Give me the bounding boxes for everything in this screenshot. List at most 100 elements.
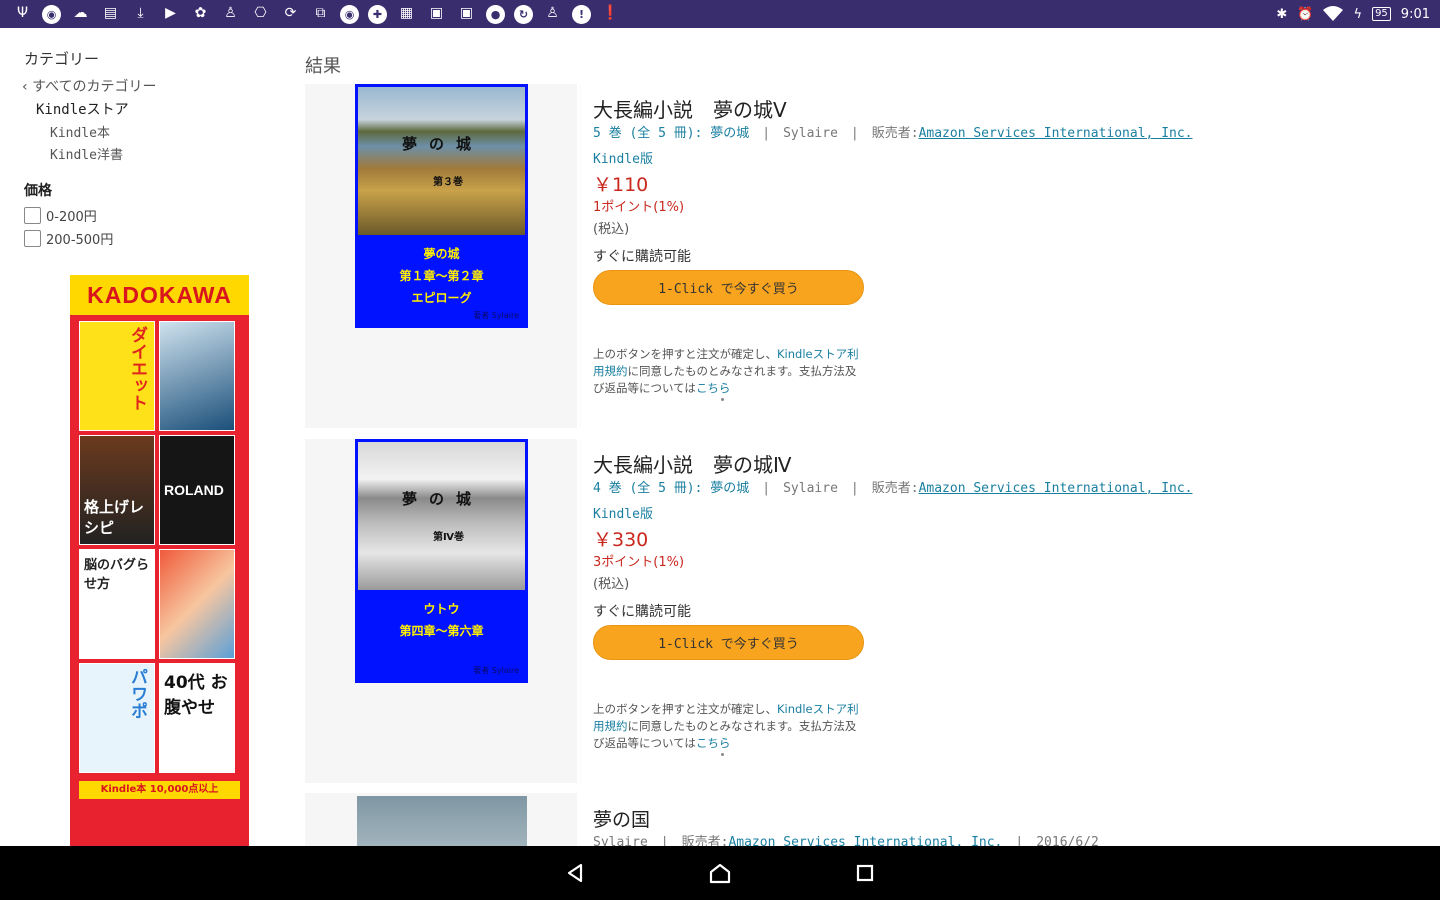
product-meta: Sylaire | 販売者:Amazon Services Internatio… xyxy=(593,831,1099,846)
price: ￥110 xyxy=(593,174,649,196)
kadokawa-ad-banner[interactable]: KADOKAWA ダイエット 格上げレシピ ROLAND 脳のバグらせ方 パワポ… xyxy=(70,275,249,846)
cover-line: 第四章〜第六章 xyxy=(399,624,484,638)
ad-book: パワポ xyxy=(79,663,155,773)
ad-book: 脳のバグらせ方 xyxy=(79,549,155,659)
cover-line: 第１章〜第２章 xyxy=(399,269,484,283)
divider-dot xyxy=(721,398,724,401)
home-button[interactable] xyxy=(700,853,740,893)
app-icon: ✚ xyxy=(368,4,387,24)
dot-icon: ● xyxy=(486,4,505,24)
ad-book: ROLAND xyxy=(159,435,235,545)
system-icons: ✱ ⏰ ϟ 95 9:01 xyxy=(1276,6,1440,22)
android-icon: ♙ xyxy=(224,4,237,21)
here-link[interactable]: こちら xyxy=(696,736,731,750)
series-link[interactable]: 5 巻 (全 5 冊): 夢の城 xyxy=(593,126,749,141)
chevron-left-icon: ‹ xyxy=(22,79,33,95)
cover-line: 夢の城 xyxy=(423,247,460,261)
price-filter-label: 200-500円 xyxy=(46,233,114,248)
cover-title: 夢の城 xyxy=(402,490,484,508)
sync-icon: ↻ xyxy=(514,4,533,24)
ad-book xyxy=(159,549,235,659)
chrome-icon: ◉ xyxy=(340,4,359,24)
category-kindle-store[interactable]: Kindleストア xyxy=(36,99,129,119)
ad-book: 40代 お腹やせ xyxy=(159,663,235,773)
keyboard-icon: ▦ xyxy=(399,4,414,21)
price-filter-0-200[interactable]: 0-200円 xyxy=(24,206,97,225)
note-text: 上のボタンを押すと注文が確定し、 xyxy=(593,702,777,716)
category-kindle-books[interactable]: Kindle本 xyxy=(50,122,110,141)
ad-book: 格上げレシピ xyxy=(79,435,155,545)
cover-subtitle: 第３巻 xyxy=(433,177,463,188)
bluetooth-icon: ✱ xyxy=(1276,6,1288,22)
cover-author: 著者 Sylaire xyxy=(473,311,519,320)
one-click-buy-button[interactable]: 1-Click で今すぐ買う xyxy=(593,270,864,305)
price-filter-200-500[interactable]: 200-500円 xyxy=(24,229,113,248)
book-cover[interactable]: 夢の城 第Ⅳ巻 ウトウ 第四章〜第六章 著者 Sylaire xyxy=(355,439,528,683)
android-icon: ♙ xyxy=(546,4,559,21)
price-filter-label: 0-200円 xyxy=(46,210,97,225)
download-icon: ⤓ xyxy=(137,4,144,21)
results-heading: 結果 xyxy=(305,56,341,77)
format-link[interactable]: Kindle版 xyxy=(593,148,653,167)
battery-icon: 95 xyxy=(1372,7,1391,21)
product-title[interactable]: 夢の国 xyxy=(593,805,650,832)
note-text: 上のボタンを押すと注文が確定し、 xyxy=(593,347,777,361)
back-button[interactable] xyxy=(555,853,595,893)
product-title[interactable]: 大長編小説 夢の城Ⅴ xyxy=(593,94,787,123)
status-bar: Ψ ◉ ☁ ▤ ⤓ ▶ ✿ ♙ ⎔ ⟳ ⧉ ◉ ✚ ▦ ▣ ▣ ● ↻ ♙ ! … xyxy=(0,0,1440,28)
wifi-icon xyxy=(1323,6,1344,21)
screenshot-icon: ⧉ xyxy=(315,4,326,21)
divider-dot xyxy=(721,753,724,756)
one-click-buy-button[interactable]: 1-Click で今すぐ買う xyxy=(593,625,864,660)
sync-icon: ⟳ xyxy=(284,4,297,21)
category-heading: カテゴリー xyxy=(24,50,100,68)
author-name: Sylaire xyxy=(783,126,838,141)
cover-lower-text: ウトウ 第四章〜第六章 xyxy=(358,590,525,642)
points: 1ポイント(1%) xyxy=(593,200,685,215)
result-item: 夢の国 Sylaire | 販売者:Amazon Services Intern… xyxy=(305,793,1420,846)
recents-icon xyxy=(856,864,874,882)
chrome-icon: ◉ xyxy=(42,4,61,24)
clock: 9:01 xyxy=(1400,6,1430,22)
result-item: 夢の城 第３巻 夢の城 第１章〜第２章 エピローグ 著者 Sylaire 大長編… xyxy=(305,84,1420,428)
cover-title: 夢の城 xyxy=(402,135,484,153)
book-cover[interactable]: 夢の城 第３巻 夢の城 第１章〜第２章 エピローグ 著者 Sylaire xyxy=(355,84,528,328)
all-categories-link[interactable]: ‹ すべてのカテゴリー xyxy=(22,76,157,96)
checkbox[interactable] xyxy=(24,207,41,224)
youtube-icon: ▶ xyxy=(165,4,176,21)
seller-link[interactable]: Amazon Services International, Inc. xyxy=(919,481,1193,496)
author-name: Sylaire xyxy=(783,481,838,496)
all-categories-label: すべてのカテゴリー xyxy=(32,79,157,95)
checkbox[interactable] xyxy=(24,230,41,247)
cover-photo: 夢の城 第３巻 xyxy=(358,87,525,235)
purchase-note: 上のボタンを押すと注文が確定し、Kindleストア利用規約に同意したものとみなさ… xyxy=(593,346,867,397)
book-cover[interactable] xyxy=(357,796,527,846)
gamepad-icon: ⎔ xyxy=(254,4,267,21)
ad-footer: Kindle本 10,000点以上 xyxy=(79,781,240,799)
series-link[interactable]: 4 巻 (全 5 冊): 夢の城 xyxy=(593,481,749,496)
back-icon xyxy=(567,863,583,883)
ad-book xyxy=(159,321,235,431)
purchase-note: 上のボタンを押すと注文が確定し、Kindleストア利用規約に同意したものとみなさ… xyxy=(593,701,867,752)
cover-lower-text: 夢の城 第１章〜第２章 エピローグ xyxy=(358,235,525,309)
ad-book: ダイエット xyxy=(79,321,155,431)
navigation-bar xyxy=(0,846,1440,900)
here-link[interactable]: こちら xyxy=(696,381,731,395)
price: ￥330 xyxy=(593,529,649,551)
format-link[interactable]: Kindle版 xyxy=(593,503,653,522)
cover-line: エピローグ xyxy=(411,291,472,305)
product-title[interactable]: 大長編小説 夢の城Ⅳ xyxy=(593,449,791,478)
recents-button[interactable] xyxy=(845,853,885,893)
availability: すぐに購読可能 xyxy=(593,604,691,620)
sd-card-icon: ▤ xyxy=(103,4,118,21)
category-kindle-foreign[interactable]: Kindle洋書 xyxy=(50,144,123,163)
cover-photo: 夢の城 第Ⅳ巻 xyxy=(358,442,525,590)
seller-label: 販売者: xyxy=(871,126,919,141)
info-icon: ! xyxy=(572,4,591,24)
price-heading: 価格 xyxy=(24,183,52,199)
seller-link[interactable]: Amazon Services International, Inc. xyxy=(728,835,1002,846)
calendar-icon: ▣ xyxy=(459,4,474,21)
seller-link[interactable]: Amazon Services International, Inc. xyxy=(919,126,1193,141)
cover-subtitle: 第Ⅳ巻 xyxy=(433,532,464,543)
usb-icon: Ψ xyxy=(16,4,29,21)
